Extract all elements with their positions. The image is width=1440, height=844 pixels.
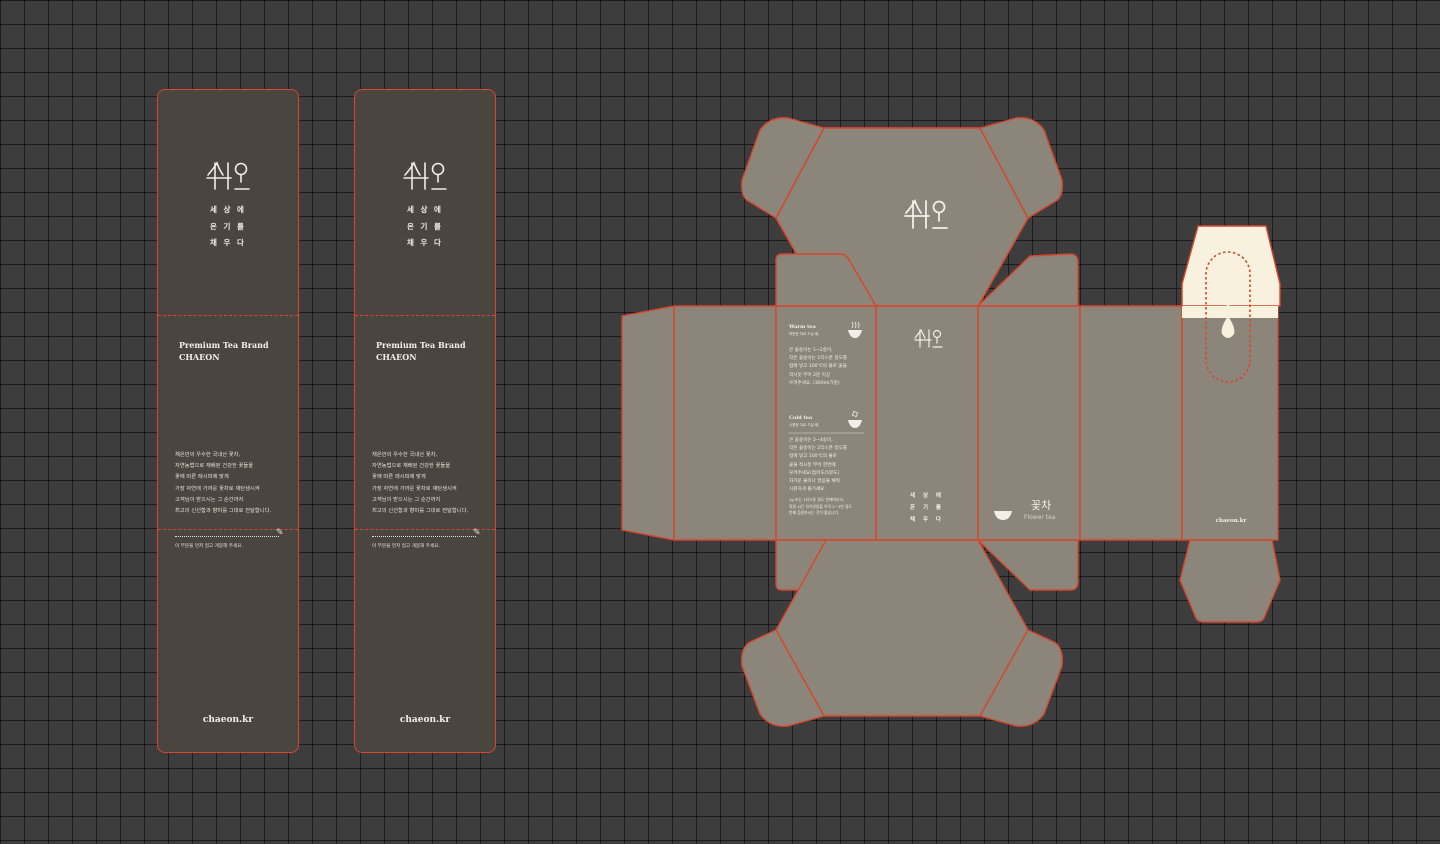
warm-tea-subtitle: 따뜻한 차로 드실 때, xyxy=(789,332,820,336)
brand-description: 채온만의 우수한 국내산 꽃차, 자연농법으로 재배된 건강한 꽃들을 꽃에 따… xyxy=(372,450,488,517)
slogan-line: 채 우 다 xyxy=(407,238,443,247)
sleeve-strip-2: 세 상 에 온 기 를 채 우 다 Premium Tea Brand CHAE… xyxy=(354,89,496,753)
description-line: 채온만의 우수한 국내산 꽃차, xyxy=(372,452,438,458)
cold-tea-line: 시원하게 즐기세요. xyxy=(789,487,826,493)
slogan-line: 세 상 에 xyxy=(909,493,944,499)
right-bottom-tab xyxy=(1179,539,1281,623)
description-line: 자연농법으로 재배된 건강한 꽃들을 xyxy=(175,463,254,470)
cold-tea-line: 작은 꽃송이는 2티스푼 정도를 xyxy=(789,446,848,452)
product-name-ko: 꽃차 xyxy=(1031,499,1052,512)
sleeve-strip-1: 채온 세 상 에 온 기 를 채 우 다 Premium Tea Brand C… xyxy=(157,89,299,753)
pencil-icon: ✎ xyxy=(276,528,284,538)
insert-tab xyxy=(1181,225,1281,307)
slogan-line: 온 기 를 xyxy=(407,221,443,231)
cold-tea-line: 큰 꽃송이는 2~4송이, xyxy=(789,438,833,443)
chaeon-logo xyxy=(355,160,495,198)
description-line: 고객님이 받으시는 그 순간까지 xyxy=(372,496,441,503)
logo-text: 채온 xyxy=(205,160,207,161)
brand-line: Premium Tea Brand xyxy=(179,340,269,350)
glue-flap xyxy=(621,305,675,541)
side-panel-5 xyxy=(1079,305,1183,541)
slogan: 세 상 에 온 기 를 채 우 다 xyxy=(158,202,298,252)
tear-line xyxy=(372,536,476,537)
fold-line xyxy=(158,315,298,316)
chaeon-logo: 채온 xyxy=(158,160,298,198)
warm-tea-line: 우려주세요. (300ml기준) xyxy=(789,380,840,386)
slogan-line: 채 우 다 xyxy=(210,238,246,247)
warm-tea-line: 적시듯 부어 2분 이상 xyxy=(789,372,831,378)
warm-tea-line: 큰 꽃송이는 1~2송이, xyxy=(789,348,833,353)
brand-line: Premium Tea Brand xyxy=(376,340,466,350)
bottom-lid-panel-main xyxy=(775,539,1029,717)
pencil-icon: ✎ xyxy=(473,528,481,538)
description-line: 최고의 신선함과 향미를 그대로 전달합니다. xyxy=(372,508,469,515)
side-panel-6-tab xyxy=(1181,305,1279,541)
slogan: 세 상 에 온 기 를 채 우 다 xyxy=(355,202,495,252)
box-dieline xyxy=(621,117,1281,727)
brand-name: CHAEON xyxy=(376,352,417,362)
warm-tea-body: 큰 꽃송이는 1~2송이, 작은 꽃송이는 1티스푼 정도를 컵에 넣고 100… xyxy=(789,347,847,388)
cold-tea-line: 꽃을 적시듯 부어 한번에 xyxy=(789,462,836,468)
fold-line xyxy=(355,315,495,316)
cold-tea-note: 1g 또는 1티스푼 정도 천에따라서, 적정 시간 차이양양을 우려 2~3번… xyxy=(789,497,852,517)
cold-tea-line: 우려주세요(접어도/5분도) xyxy=(789,470,840,476)
warm-tea-title: Warm tea xyxy=(789,324,816,330)
warm-tea-line: 작은 꽃송이는 1티스푼 정도를 xyxy=(789,356,848,362)
description-line: 고객님이 받으시는 그 순간까지 xyxy=(175,496,244,503)
description-line: 꽃에 따른 레시피에 맞게 xyxy=(372,474,426,481)
front-slogan: 세 상 에 온 기 를 채 우 다 xyxy=(876,490,978,526)
description-line: 채온만의 우수한 국내산 꽃차, xyxy=(175,452,241,458)
slogan-line: 세 상 에 xyxy=(407,205,443,214)
website-url: chaeon.kr xyxy=(399,715,451,725)
product-name-en: Flower tea xyxy=(1024,514,1056,521)
brand-name: CHAEON xyxy=(179,352,220,362)
description-line: 최고의 신선함과 향미를 그대로 전달합니다. xyxy=(175,508,272,515)
side-panel-1 xyxy=(673,305,777,541)
slogan-line: 온 기 를 xyxy=(210,221,246,231)
cold-tea-note-line: 번째 음용하시는 것이 좋습니다. xyxy=(789,510,840,515)
slogan-line: 채 우 다 xyxy=(909,517,944,523)
cold-tea-body: 큰 꽃송이는 2~4송이, 작은 꽃송이는 2티스푼 정도를 컵에 넣고 100… xyxy=(789,437,847,494)
slogan-line: 세 상 에 xyxy=(210,205,246,214)
box-website-url: chaeon.kr xyxy=(1215,518,1247,524)
tear-note: 이 부분을 먼저 접고 개봉해 주세요. xyxy=(372,544,440,549)
brand-block: Premium Tea Brand CHAEON xyxy=(376,339,466,363)
cold-tea-subtitle: 시원한 차로 드실 때, xyxy=(789,423,820,427)
website-url: chaeon.kr xyxy=(202,715,254,725)
description-line: 가장 자연에 가까운 꽃차로 재탄생시켜 xyxy=(175,485,260,492)
brand-block: Premium Tea Brand CHAEON xyxy=(179,339,269,363)
warm-tea-line: 컵에 넣고 100℃의 물로 꽃을 xyxy=(789,364,847,370)
slogan-line: 온 기 를 xyxy=(909,505,944,511)
side-panel-4-product xyxy=(977,305,1081,541)
cold-tea-line: 차가운 물이나 얼음을 채워 xyxy=(789,479,840,485)
tear-note: 이 부분을 먼저 접고 개봉해 주세요. xyxy=(175,544,243,549)
tear-line xyxy=(175,536,279,537)
brand-description: 채온만의 우수한 국내산 꽃차, 자연농법으로 재배된 건강한 꽃들을 꽃에 따… xyxy=(175,450,291,517)
cold-tea-note-line: 1g 또는 1티스푼 정도 천에따라서, xyxy=(789,497,845,502)
description-line: 꽃에 따른 레시피에 맞게 xyxy=(175,474,229,481)
cold-tea-title: Cold tea xyxy=(789,415,813,421)
cold-tea-line: 컵에 넣고 100℃의 물로 xyxy=(789,454,837,460)
description-line: 자연농법으로 재배된 건강한 꽃들을 xyxy=(372,463,451,470)
description-line: 가장 자연에 가까운 꽃차로 재탄생시켜 xyxy=(372,485,457,492)
